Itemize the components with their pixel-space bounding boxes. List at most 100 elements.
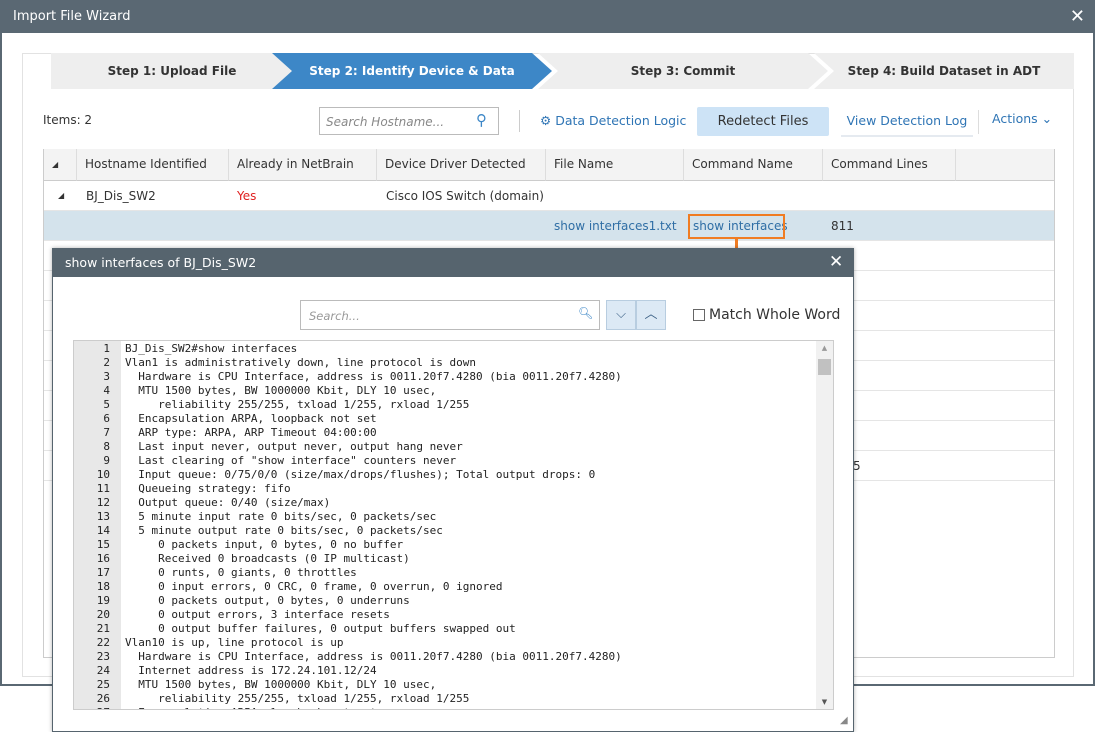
- close-icon[interactable]: ✕: [1070, 0, 1085, 33]
- data-detection-logic-label: Data Detection Logic: [555, 113, 687, 128]
- step-4-build-dataset[interactable]: Step 4: Build Dataset in ADT: [814, 53, 1074, 89]
- line-text: Output queue: 0/40 (size/max): [125, 496, 331, 509]
- close-icon[interactable]: ✕: [829, 248, 843, 277]
- line-text: 0 packets input, 0 bytes, 0 no buffer: [125, 538, 404, 551]
- code-line: 14 5 minute output rate 0 bits/sec, 0 pa…: [74, 524, 622, 538]
- line-text: 0 input errors, 0 CRC, 0 frame, 0 overru…: [125, 580, 503, 593]
- header-command-name[interactable]: Command Name: [684, 149, 823, 181]
- header-already-in-netbrain[interactable]: Already in NetBrain: [229, 149, 377, 181]
- line-text: 0 packets output, 0 bytes, 0 underruns: [125, 594, 410, 607]
- gear-icon: ⚙: [540, 113, 552, 128]
- checkbox[interactable]: [693, 309, 705, 321]
- code-line: 12 Output queue: 0/40 (size/max): [74, 496, 622, 510]
- header-file-name[interactable]: File Name: [546, 149, 684, 181]
- divider: [519, 110, 520, 132]
- search-input[interactable]: Search...: [300, 300, 600, 330]
- line-number: 24: [96, 664, 110, 677]
- code-line: 18 0 input errors, 0 CRC, 0 frame, 0 ove…: [74, 580, 622, 594]
- selected-file-row[interactable]: [44, 211, 1054, 241]
- line-text: 5 minute output rate 0 bits/sec, 0 packe…: [125, 524, 443, 537]
- group-row[interactable]: [44, 181, 1054, 211]
- line-text: 0 runts, 0 giants, 0 throttles: [125, 566, 357, 579]
- redetect-files-button[interactable]: Redetect Files: [697, 107, 829, 136]
- line-text: Vlan1 is administratively down, line pro…: [125, 356, 476, 369]
- match-whole-word-label: Match Whole Word: [709, 307, 841, 323]
- divider: [978, 110, 979, 134]
- line-text: 0 output errors, 3 interface resets: [125, 608, 390, 621]
- find-icon[interactable]: 🔍︎: [578, 306, 593, 320]
- previous-match-button[interactable]: ︿: [636, 300, 666, 330]
- code-line: 23 Hardware is CPU Interface, address is…: [74, 650, 622, 664]
- device-driver-cell: Cisco IOS Switch (domain): [386, 189, 544, 203]
- code-line: 19 0 packets output, 0 bytes, 0 underrun…: [74, 594, 622, 608]
- code-viewer[interactable]: 1 BJ_Dis_SW2#show interfaces 2 Vlan1 is adm…: [73, 340, 834, 710]
- code-line: 3 Hardware is CPU Interface, address is …: [74, 370, 622, 384]
- expand-toggle-icon[interactable]: ◢: [58, 181, 64, 211]
- search-hostname-input[interactable]: Search Hostname...: [319, 107, 499, 135]
- line-number: 18: [96, 580, 110, 593]
- step-1-upload-file[interactable]: Step 1: Upload File: [51, 53, 293, 89]
- line-text: ARP type: ARPA, ARP Timeout 04:00:00: [125, 426, 377, 439]
- code-line: 17 0 runts, 0 giants, 0 throttles: [74, 566, 622, 580]
- line-number: 21: [96, 622, 110, 635]
- line-text: Last input never, output never, output h…: [125, 440, 463, 453]
- code-line: 26 reliability 255/255, txload 1/255, rx…: [74, 692, 622, 706]
- code-line: 25 MTU 1500 bytes, BW 1000000 Kbit, DLY …: [74, 678, 622, 692]
- header-hostname[interactable]: Hostname Identified: [77, 149, 229, 181]
- line-number: 7: [103, 426, 110, 439]
- line-number: 14: [96, 524, 110, 537]
- window-title: Import File Wizard: [0, 0, 1095, 33]
- line-text: Encapsulation ARPA, loopback not set: [125, 412, 377, 425]
- view-detection-log-button[interactable]: View Detection Log: [841, 107, 973, 137]
- line-text: Input queue: 0/75/0/0 (size/max/drops/fl…: [125, 468, 596, 481]
- code-line: 13 5 minute input rate 0 bits/sec, 0 pac…: [74, 510, 622, 524]
- line-number: 22: [96, 636, 110, 649]
- line-text: 0 output buffer failures, 0 output buffe…: [125, 622, 516, 635]
- line-number: 25: [96, 678, 110, 691]
- line-number: 23: [96, 650, 110, 663]
- file-name-link[interactable]: show interfaces1.txt: [554, 211, 677, 241]
- line-number: 19: [96, 594, 110, 607]
- line-number: 9: [103, 454, 110, 467]
- next-match-button[interactable]: ⌵: [606, 300, 636, 330]
- line-text: reliability 255/255, txload 1/255, rxloa…: [125, 398, 470, 411]
- highlight-box: [688, 214, 785, 239]
- code-line: 16 Received 0 broadcasts (0 IP multicast…: [74, 552, 622, 566]
- header-command-lines[interactable]: Command Lines: [823, 149, 956, 181]
- line-text: MTU 1500 bytes, BW 1000000 Kbit, DLY 10 …: [125, 384, 437, 397]
- code-line: 22 Vlan10 is up, line protocol is up: [74, 636, 622, 650]
- line-number: 11: [96, 482, 110, 495]
- code-line: 20 0 output errors, 3 interface resets: [74, 608, 622, 622]
- scroll-down-icon[interactable]: ▼: [816, 695, 833, 709]
- code-line: 6 Encapsulation ARPA, loopback not set: [74, 412, 622, 426]
- line-number: 10: [96, 468, 110, 481]
- line-text: MTU 1500 bytes, BW 1000000 Kbit, DLY 10 …: [125, 678, 437, 691]
- line-text: BJ_Dis_SW2#show interfaces: [125, 342, 298, 355]
- header-device-driver[interactable]: Device Driver Detected: [377, 149, 546, 181]
- collapse-all-icon[interactable]: ◢: [44, 149, 77, 181]
- line-number: 16: [96, 552, 110, 565]
- search-icon[interactable]: ⚲: [476, 111, 487, 129]
- actions-menu[interactable]: Actions ⌄: [992, 111, 1052, 126]
- items-count: Items: 2: [43, 113, 93, 127]
- line-number: 20: [96, 608, 110, 621]
- step-2-identify-device[interactable]: Step 2: Identify Device & Data: [272, 53, 552, 89]
- scroll-up-icon[interactable]: ▲: [816, 341, 833, 355]
- step-3-commit[interactable]: Step 3: Commit: [538, 53, 828, 89]
- header-empty: [956, 149, 1054, 181]
- already-in-netbrain-cell: Yes: [237, 189, 257, 203]
- data-detection-logic-link[interactable]: ⚙ Data Detection Logic: [540, 113, 686, 128]
- vertical-scrollbar[interactable]: ▲ ▼: [816, 341, 833, 709]
- code-line: 15 0 packets input, 0 bytes, 0 no buffer: [74, 538, 622, 552]
- line-number: 12: [96, 496, 110, 509]
- scrollbar-thumb[interactable]: [818, 359, 831, 375]
- line-number: 27: [74, 706, 110, 709]
- line-text: Last clearing of "show interface" counte…: [125, 454, 457, 467]
- match-whole-word-checkbox[interactable]: Match Whole Word: [693, 307, 840, 323]
- resize-grip-icon[interactable]: ◢: [840, 715, 848, 726]
- line-number: 17: [96, 566, 110, 579]
- line-text: Hardware is CPU Interface, address is 00…: [125, 370, 622, 383]
- chevron-up-icon: ︿: [644, 307, 658, 322]
- line-number: 26: [96, 692, 110, 705]
- code-lines: 1 BJ_Dis_SW2#show interfaces 2 Vlan1 is adm…: [74, 342, 622, 709]
